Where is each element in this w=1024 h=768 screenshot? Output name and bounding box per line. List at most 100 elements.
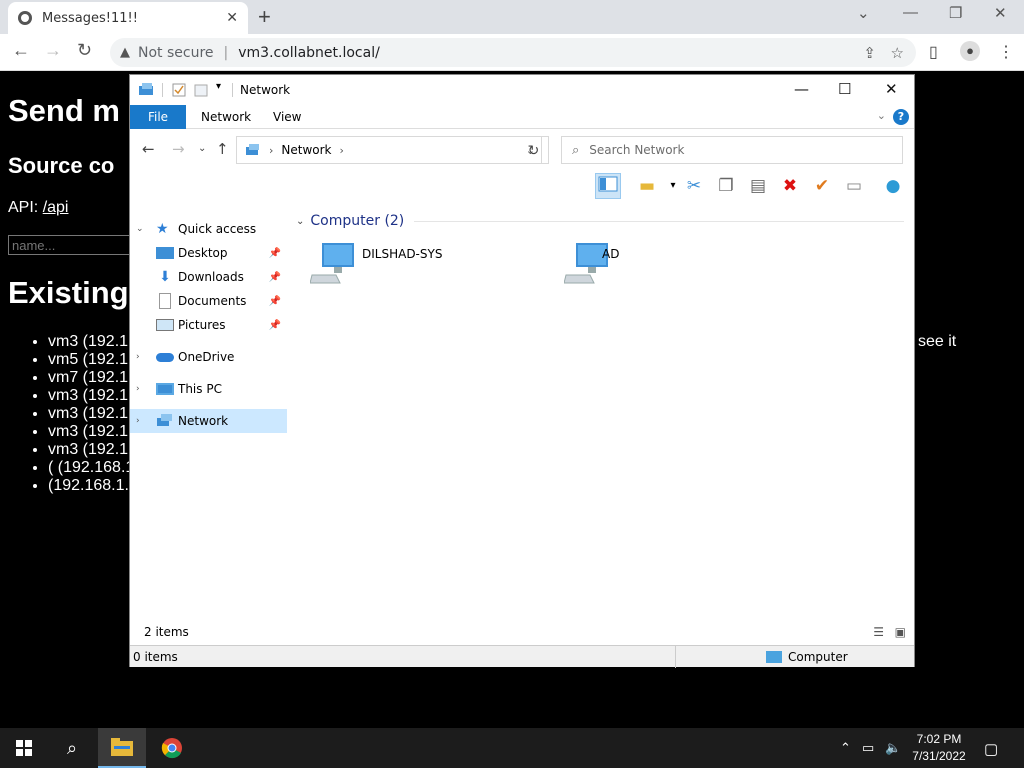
message-list: vm3 (192.1 vm5 (192.1 vm7 (192.1 vm3 (19… [48,333,134,495]
browser-tab[interactable]: Messages!11!! ✕ [8,2,248,34]
refresh-button[interactable]: ↻ [519,136,549,164]
computer-item[interactable]: DILSHAD-SYS [296,241,496,291]
network-icon [157,414,172,426]
nav-network[interactable]: › Network [130,409,287,433]
new-folder-icon[interactable]: ▬ [634,173,660,199]
nav-desktop[interactable]: Desktop 📌 [130,241,287,265]
restore-browser-button[interactable]: ❐ [949,4,962,22]
network-folder-icon [139,83,153,95]
file-explorer-taskbar-icon[interactable] [98,728,146,768]
close-tab-icon[interactable]: ✕ [226,10,238,26]
recent-locations-icon[interactable]: ⌄ [198,143,206,154]
profile-avatar-icon[interactable]: ● [960,41,980,61]
volume-icon[interactable]: 🔈 [885,740,901,756]
clock[interactable]: 7:02 PM 7/31/2022 [906,731,972,765]
list-item: vm7 (192.1 [48,369,134,387]
browser-tab-strip: Messages!11!! ✕ + ⌄ — ❐ ✕ [0,0,1024,34]
group-header[interactable]: ⌄ Computer (2) [296,211,904,231]
cut-icon[interactable]: ✂ [681,173,707,199]
nav-quick-access[interactable]: ⌄ ★ Quick access [130,217,287,241]
breadcrumb-network[interactable]: Network [281,143,331,157]
rename-icon[interactable]: ▭ [841,173,867,199]
tab-title: Messages!11!! [42,10,138,26]
api-link[interactable]: /api [43,199,69,216]
tab-search-icon[interactable]: ⌄ [857,4,870,22]
help-icon[interactable]: ? [893,109,909,125]
copy-icon[interactable]: ❐ [713,173,739,199]
globe-icon[interactable]: ● [880,173,906,199]
address-bar[interactable]: ▲ Not secure | vm3.collabnet.local/ ⇪ ☆ [110,38,916,67]
tab-network[interactable]: Network [187,105,265,129]
name-input[interactable] [8,235,148,255]
security-label[interactable]: Not secure [138,45,214,61]
details-view-icon[interactable]: ☰ [873,625,884,639]
navigation-bar: ← → ⌄ ↑ › Network › ⌄ ↻ ⌕ Search Network [130,133,914,167]
expand-icon[interactable]: › [136,352,148,362]
nav-documents[interactable]: Documents 📌 [130,289,287,313]
show-hidden-icons-icon[interactable]: ⌃ [840,740,851,756]
expand-ribbon-icon[interactable]: ⌄ [877,109,886,122]
computer-icon [310,243,354,284]
minimize-browser-button[interactable]: — [903,4,918,21]
start-windows-icon[interactable] [0,728,48,768]
new-tab-button[interactable]: + [258,4,271,30]
window-title: Network [240,83,291,97]
back-icon[interactable]: ← [12,40,30,61]
reload-icon[interactable]: ↻ [77,40,92,61]
side-panel-icon[interactable]: ▯ [929,42,938,62]
content-pane: ⌄ Computer (2) DILSHAD-SYS AD [296,211,910,631]
back-icon[interactable]: ← [142,140,155,158]
delete-icon[interactable]: ✖ [777,173,803,199]
star-icon: ★ [156,221,169,237]
warning-icon[interactable]: ▲ [120,45,130,60]
chrome-taskbar-icon[interactable] [148,728,196,768]
url-text[interactable]: vm3.collabnet.local/ [238,45,380,61]
nav-onedrive[interactable]: › OneDrive [130,345,287,369]
zone-indicator: Computer [766,650,848,664]
notification-icon[interactable]: ▢ [984,740,998,758]
close-browser-button[interactable]: ✕ [994,4,1007,22]
tab-file[interactable]: File [130,105,186,129]
search-box[interactable]: ⌕ Search Network [561,136,903,164]
customize-toolbar-icon[interactable]: ▾ [216,81,221,92]
menu-kebab-icon[interactable]: ⋮ [998,42,1014,62]
tab-view[interactable]: View [259,105,315,129]
right-text: see it [918,333,957,350]
expand-icon[interactable]: › [136,384,148,394]
nav-pictures[interactable]: Pictures 📌 [130,313,287,337]
nav-downloads[interactable]: ⬇ Downloads 📌 [130,265,287,289]
divider [675,646,676,668]
up-icon[interactable]: ↑ [216,140,229,158]
details-bar: 0 items Computer [130,645,914,668]
explorer-titlebar[interactable]: ▾ Network — ☐ ✕ [130,75,914,105]
large-icons-view-icon[interactable]: ▣ [895,625,906,639]
properties-icon[interactable] [172,83,186,97]
collapse-group-icon[interactable]: ⌄ [296,216,304,227]
share-icon[interactable]: ⇪ [863,44,876,62]
preview-pane-icon[interactable] [595,173,621,199]
address-box[interactable]: › Network › ⌄ [236,136,542,164]
ribbon-tabs: File Network View ⌄ ? [130,105,914,129]
expand-icon[interactable]: › [136,416,148,426]
collapse-icon[interactable]: ⌄ [136,224,148,234]
breadcrumb-chevron-icon[interactable]: › [340,144,344,157]
forward-icon[interactable]: → [172,140,185,158]
close-button[interactable]: ✕ [885,80,898,98]
search-placeholder: Search Network [589,143,685,157]
breadcrumb-chevron-icon[interactable]: › [269,144,273,157]
nav-label: This PC [178,382,222,396]
nav-this-pc[interactable]: › This PC [130,377,287,401]
computer-item[interactable]: AD [550,241,750,291]
bookmark-star-icon[interactable]: ☆ [891,44,904,62]
forward-icon[interactable]: → [44,40,62,61]
group-title: Computer (2) [310,213,405,229]
search-icon[interactable]: ⌕ [48,728,96,768]
new-folder-icon[interactable] [194,83,208,97]
status-bar: 2 items ☰ ▣ [130,625,914,645]
paste-icon[interactable]: ▤ [745,173,771,199]
check-icon[interactable]: ✔ [809,173,835,199]
pictures-icon [156,319,174,331]
network-status-icon[interactable]: ▭ [862,740,874,756]
maximize-button[interactable]: ☐ [838,80,851,98]
minimize-button[interactable]: — [794,80,809,98]
